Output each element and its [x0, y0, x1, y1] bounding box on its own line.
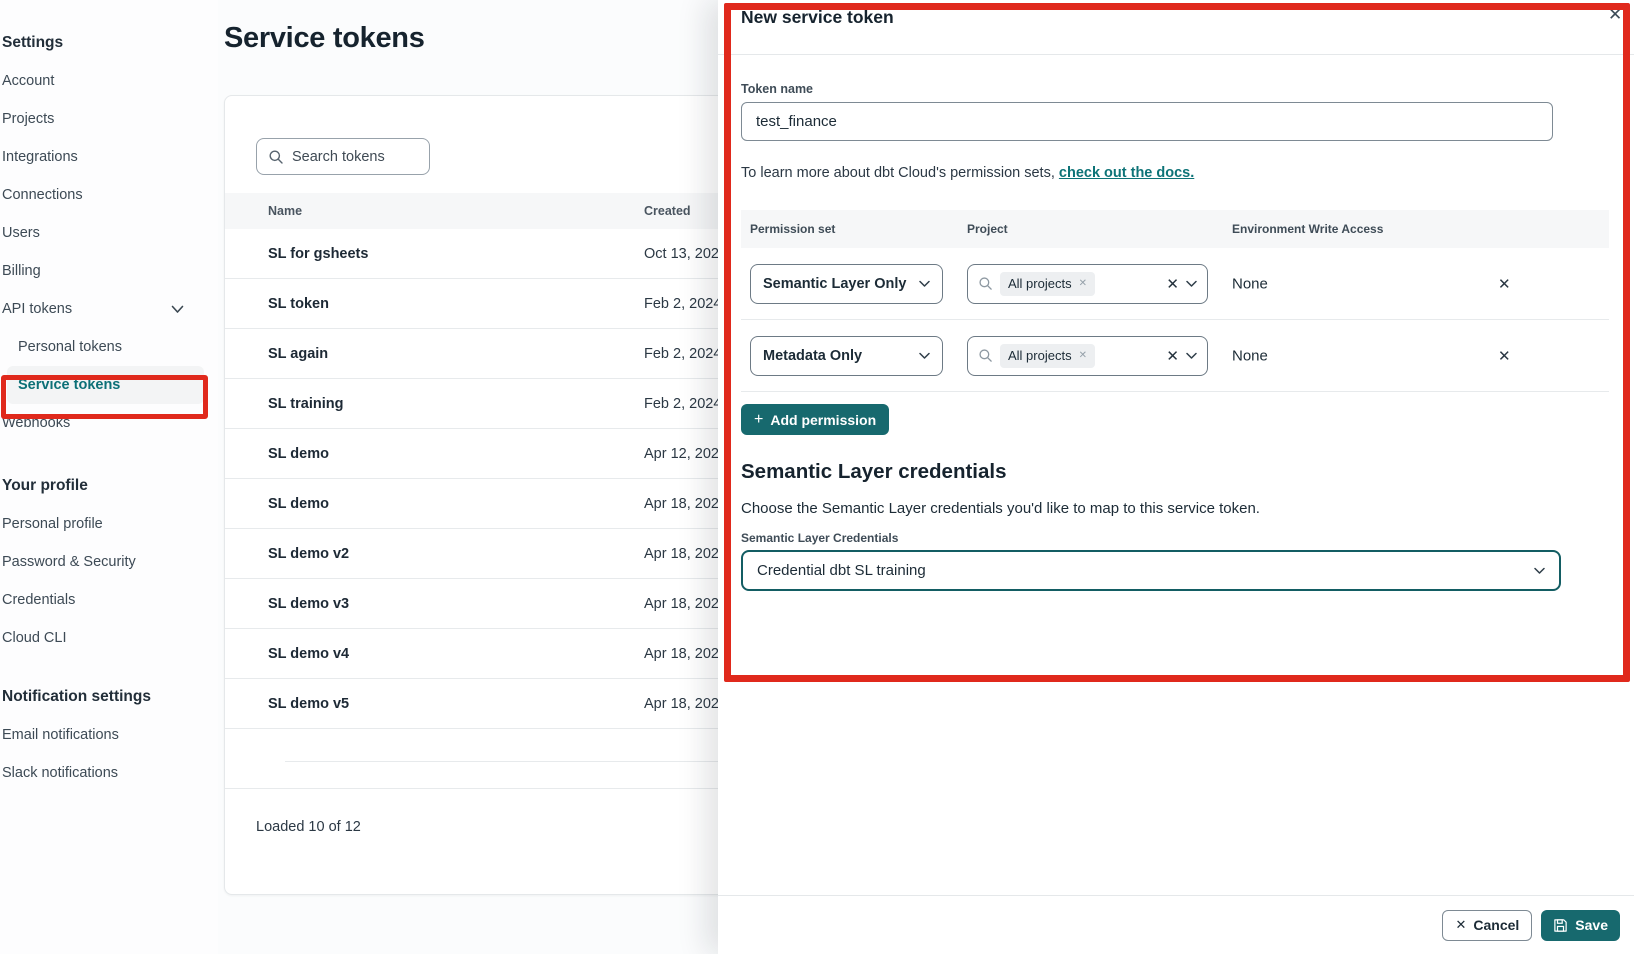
docs-hint: To learn more about dbt Cloud's permissi…: [741, 165, 1194, 181]
project-chip: All projects ✕: [1000, 272, 1095, 296]
permissions-header: Permission set Project Environment Write…: [741, 210, 1609, 248]
search-icon: [978, 276, 993, 291]
token-name: SL demo v5: [268, 696, 644, 712]
sidebar-item-email-notifications[interactable]: Email notifications: [2, 716, 204, 754]
sidebar-item-connections[interactable]: Connections: [2, 176, 204, 214]
chevron-down-icon: [1186, 352, 1197, 360]
close-icon: ✕: [1455, 917, 1466, 933]
permission-set-select[interactable]: Metadata Only: [750, 336, 943, 376]
column-header-created: Created: [644, 204, 691, 218]
sidebar-item-billing[interactable]: Billing: [2, 252, 204, 290]
sidebar-item-personal-tokens[interactable]: Personal tokens: [2, 328, 204, 366]
token-name-label: Token name: [741, 82, 813, 96]
token-name: SL training: [268, 396, 644, 412]
docs-link[interactable]: check out the docs.: [1059, 165, 1194, 181]
sidebar-item-users[interactable]: Users: [2, 214, 204, 252]
sidebar-item-service-tokens[interactable]: Service tokens: [7, 366, 204, 404]
environment-write-access-value: None: [1232, 347, 1268, 364]
sidebar-heading-settings: Settings: [2, 24, 204, 62]
permission-set-value: Metadata Only: [763, 348, 862, 364]
project-combobox[interactable]: All projects ✕ ✕: [967, 264, 1208, 304]
sidebar-item-label: API tokens: [2, 301, 72, 317]
chevron-down-icon: [1534, 567, 1545, 575]
search-tokens-input[interactable]: [292, 149, 414, 165]
semantic-layer-credentials-description: Choose the Semantic Layer credentials yo…: [741, 500, 1260, 517]
sidebar-item-api-tokens[interactable]: API tokens: [2, 290, 204, 328]
cancel-button[interactable]: ✕ Cancel: [1442, 910, 1532, 941]
token-name: SL demo: [268, 446, 644, 462]
sidebar-item-password-security[interactable]: Password & Security: [2, 543, 204, 581]
chip-remove-icon[interactable]: ✕: [1079, 278, 1087, 289]
column-header-name: Name: [268, 204, 644, 218]
close-icon[interactable]: ✕: [1608, 5, 1622, 25]
project-chip: All projects ✕: [1000, 344, 1095, 368]
chevron-down-icon: [919, 352, 930, 360]
permission-set-value: Semantic Layer Only: [763, 276, 906, 292]
permission-row: Semantic Layer Only All projects ✕ ✕ Non: [741, 248, 1609, 320]
column-header-permission-set: Permission set: [750, 222, 835, 236]
settings-sidebar: Settings Account Projects Integrations C…: [0, 0, 218, 954]
search-icon: [978, 348, 993, 363]
chevron-down-icon: [1186, 280, 1197, 288]
clear-selection-icon[interactable]: ✕: [1166, 275, 1179, 293]
semantic-layer-credentials-heading: Semantic Layer credentials: [741, 460, 1007, 484]
semantic-layer-credentials-select[interactable]: Credential dbt SL training: [741, 550, 1561, 591]
drawer-divider: [718, 54, 1634, 55]
sidebar-item-credentials[interactable]: Credentials: [2, 581, 204, 619]
remove-permission-icon[interactable]: ✕: [1498, 275, 1511, 293]
sidebar-item-slack-notifications[interactable]: Slack notifications: [2, 754, 204, 792]
permission-row: Metadata Only All projects ✕ ✕ None: [741, 320, 1609, 392]
cancel-label: Cancel: [1473, 917, 1519, 933]
search-icon: [268, 149, 284, 165]
page-title: Service tokens: [224, 22, 425, 55]
token-name-input[interactable]: [741, 102, 1553, 141]
token-name: SL for gsheets: [268, 246, 644, 262]
sidebar-heading-notification-settings: Notification settings: [2, 678, 204, 716]
column-header-project: Project: [967, 222, 1008, 236]
sidebar-heading-your-profile: Your profile: [2, 467, 204, 505]
token-name: SL demo: [268, 496, 644, 512]
plus-icon: +: [754, 412, 763, 428]
sidebar-item-cloud-cli[interactable]: Cloud CLI: [2, 619, 204, 657]
semantic-layer-credentials-value: Credential dbt SL training: [757, 562, 926, 579]
drawer-title: New service token: [741, 7, 894, 28]
save-button[interactable]: Save: [1541, 910, 1620, 941]
remove-permission-icon[interactable]: ✕: [1498, 347, 1511, 365]
save-icon: [1553, 918, 1568, 933]
permissions-table: Permission set Project Environment Write…: [741, 210, 1609, 392]
docs-hint-text: To learn more about dbt Cloud's permissi…: [741, 165, 1059, 181]
column-header-environment-write-access: Environment Write Access: [1232, 222, 1383, 236]
token-name: SL demo v4: [268, 646, 644, 662]
project-combobox[interactable]: All projects ✕ ✕: [967, 336, 1208, 376]
chip-remove-icon[interactable]: ✕: [1079, 350, 1087, 361]
drawer-footer: ✕ Cancel Save: [718, 895, 1634, 954]
token-name: SL again: [268, 346, 644, 362]
token-name: SL demo v2: [268, 546, 644, 562]
project-chip-label: All projects: [1008, 348, 1072, 363]
semantic-layer-credentials-label: Semantic Layer Credentials: [741, 531, 898, 545]
sidebar-item-webhooks[interactable]: Webhooks: [2, 404, 204, 442]
add-permission-button[interactable]: + Add permission: [741, 404, 889, 435]
chevron-down-icon: [171, 305, 184, 314]
token-name: SL demo v3: [268, 596, 644, 612]
clear-selection-icon[interactable]: ✕: [1166, 347, 1179, 365]
token-name: SL token: [268, 296, 644, 312]
sidebar-item-projects[interactable]: Projects: [2, 100, 204, 138]
project-chip-label: All projects: [1008, 276, 1072, 291]
new-service-token-drawer: New service token ✕ Token name To learn …: [718, 0, 1634, 954]
sidebar-item-integrations[interactable]: Integrations: [2, 138, 204, 176]
save-label: Save: [1575, 917, 1608, 933]
sidebar-item-account[interactable]: Account: [2, 62, 204, 100]
sidebar-item-personal-profile[interactable]: Personal profile: [2, 505, 204, 543]
permission-set-select[interactable]: Semantic Layer Only: [750, 264, 943, 304]
chevron-down-icon: [919, 280, 930, 288]
search-tokens-box: [256, 138, 430, 175]
add-permission-label: Add permission: [770, 412, 876, 428]
environment-write-access-value: None: [1232, 275, 1268, 292]
